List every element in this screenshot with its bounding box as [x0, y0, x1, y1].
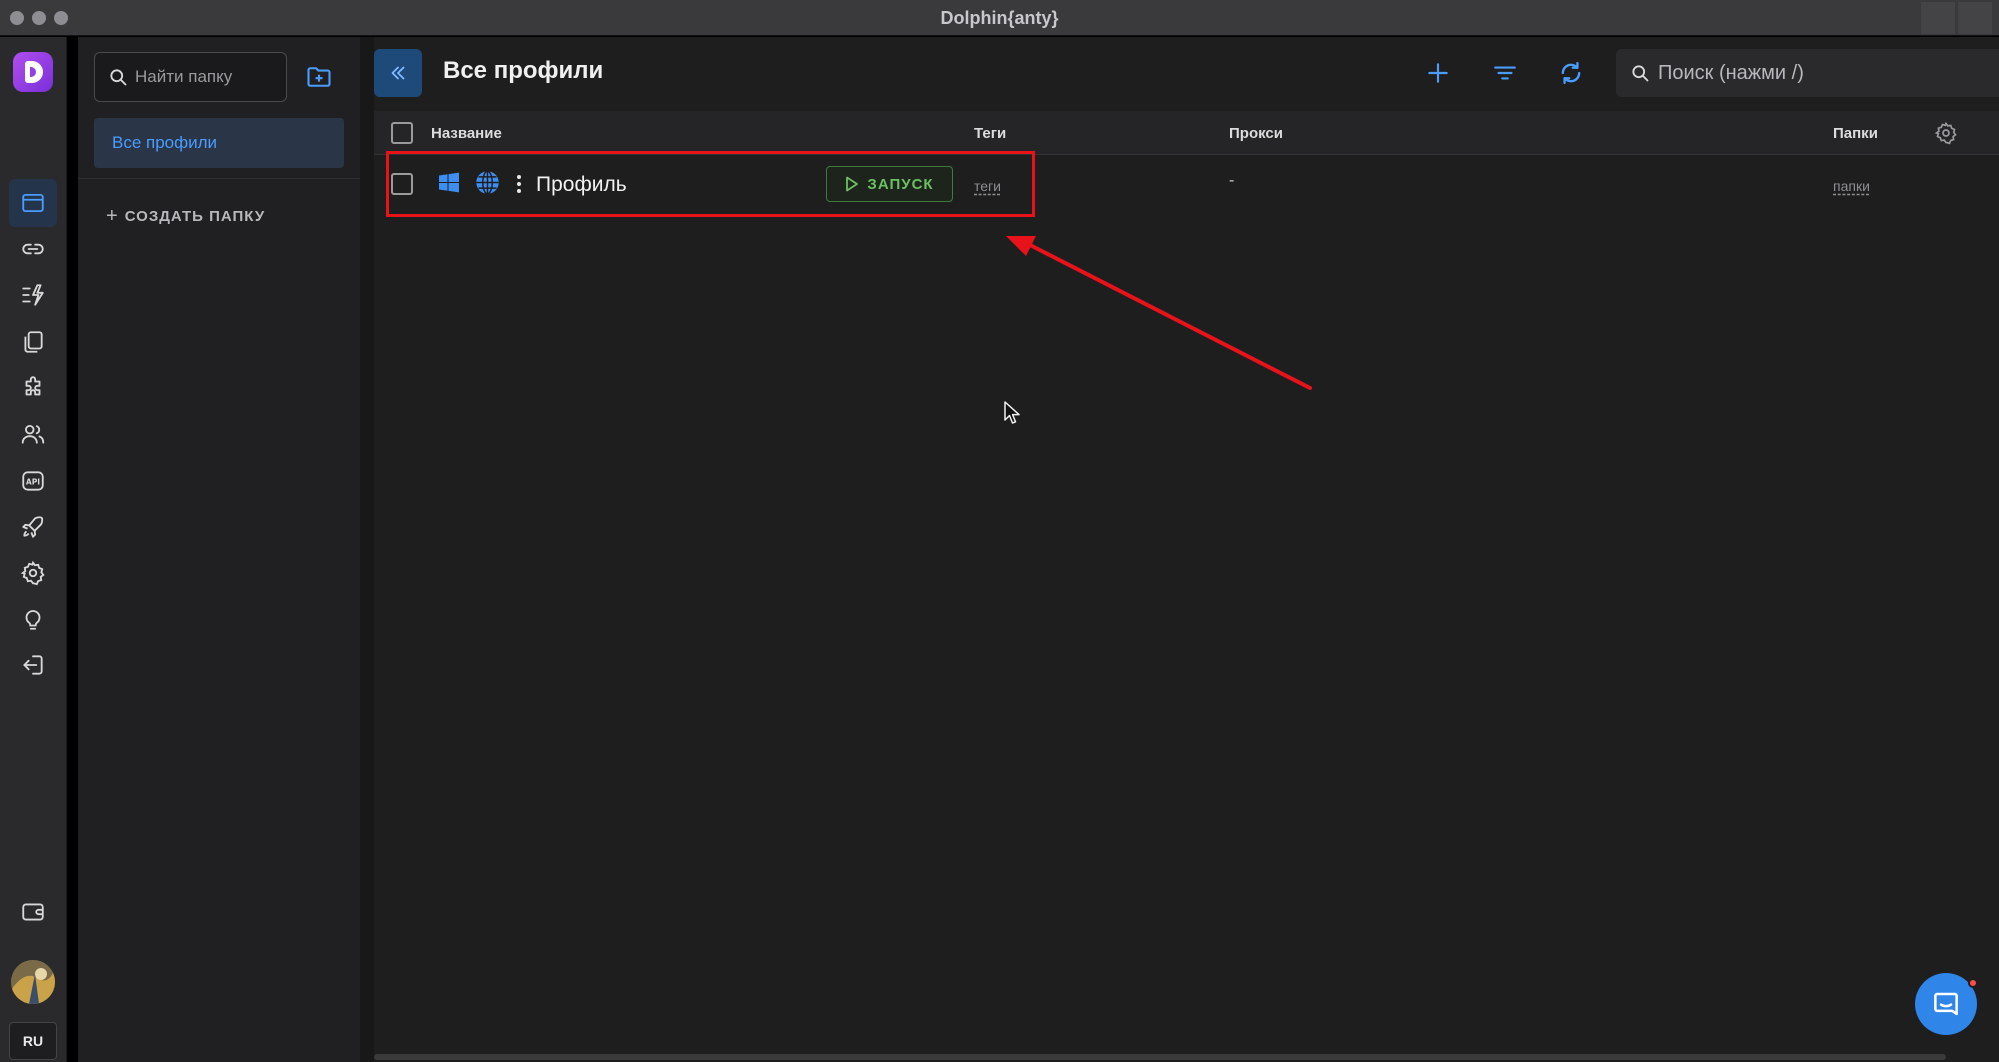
browser-profiles-icon — [22, 193, 44, 213]
create-folder-label: СОЗДАТЬ ПАПКУ — [124, 208, 266, 225]
folder-panel: Все профили + СОЗДАТЬ ПАПКУ — [78, 37, 360, 1062]
rail-copy[interactable] — [9, 318, 57, 366]
link-icon — [22, 243, 44, 255]
column-header-name[interactable]: Название — [431, 125, 502, 142]
lightbulb-icon — [25, 610, 41, 630]
rocket-icon — [22, 516, 44, 538]
create-folder-button[interactable]: + СОЗДАТЬ ПАПКУ — [106, 205, 265, 228]
mouse-cursor-icon — [1004, 401, 1020, 424]
filter-button[interactable] — [1483, 51, 1527, 95]
folder-search-input[interactable] — [135, 53, 283, 101]
windows-icon — [439, 172, 459, 193]
profile-name[interactable]: Профиль — [536, 173, 627, 197]
avatar-image — [11, 960, 55, 1004]
profile-search — [1616, 49, 1999, 97]
page-title: Все профили — [443, 57, 604, 84]
titlebar-control[interactable] — [1958, 2, 1992, 34]
folder-search — [94, 52, 287, 102]
window-titlebar: Dolphin{anty} — [0, 0, 1999, 36]
rail-tips[interactable] — [9, 595, 57, 643]
chat-icon — [1934, 992, 1958, 1016]
row-checkbox[interactable] — [391, 173, 413, 195]
rail-wallet[interactable] — [9, 888, 57, 936]
row-tags-link[interactable]: теги — [974, 178, 1001, 194]
plus-icon — [1428, 63, 1448, 83]
folder-plus-icon — [307, 67, 331, 87]
rail-browser-profiles[interactable] — [9, 179, 57, 227]
wallet-icon — [22, 903, 44, 921]
window-title: Dolphin{anty} — [940, 8, 1059, 28]
svg-text:API: API — [26, 477, 40, 486]
rail-api[interactable]: API — [9, 457, 57, 505]
settings-icon — [20, 560, 45, 586]
horizontal-scrollbar[interactable] — [374, 1054, 1946, 1060]
divider — [78, 178, 360, 179]
logout-icon — [23, 655, 43, 675]
launch-button[interactable]: ЗАПУСК — [826, 166, 953, 202]
rail-rocket[interactable] — [9, 503, 57, 551]
search-icon — [1632, 65, 1649, 82]
profile-search-input[interactable] — [1658, 49, 1988, 97]
filter-icon — [1494, 66, 1516, 80]
table-header: Название Теги Прокси Папки — [374, 111, 1999, 155]
rail-users[interactable] — [9, 410, 57, 458]
panel-divider — [360, 37, 374, 1062]
column-settings-icon[interactable] — [1934, 121, 1958, 145]
column-header-proxy[interactable]: Прокси — [1229, 125, 1283, 142]
launch-label: ЗАПУСК — [867, 175, 934, 193]
add-profile-button[interactable] — [1416, 51, 1460, 95]
globe-icon — [476, 170, 499, 195]
add-folder-button[interactable] — [300, 59, 338, 95]
titlebar-control[interactable] — [1921, 2, 1955, 34]
plus-icon: + — [106, 205, 119, 227]
users-icon — [21, 424, 45, 444]
main-content: Все профили Название Теги Прокси Папки П… — [374, 37, 1999, 1062]
rail-automation[interactable] — [9, 271, 57, 319]
left-rail: API RU — [0, 37, 67, 1062]
play-icon — [846, 176, 859, 192]
rail-settings[interactable] — [9, 549, 57, 597]
column-header-tags[interactable]: Теги — [974, 125, 1006, 142]
extension-icon — [25, 376, 41, 396]
row-proxy-value: - — [1229, 172, 1235, 189]
row-menu-button[interactable] — [514, 172, 524, 196]
refresh-icon — [1561, 61, 1581, 85]
rail-extensions[interactable] — [9, 364, 57, 412]
automation-icon — [22, 284, 44, 306]
select-all-checkbox[interactable] — [391, 122, 413, 144]
search-icon — [110, 69, 127, 86]
row-folders-link[interactable]: папки — [1833, 178, 1870, 194]
chevrons-left-icon — [391, 66, 405, 80]
avatar[interactable] — [11, 960, 55, 1004]
collapse-panel-button[interactable] — [374, 49, 422, 97]
folder-item-all-profiles[interactable]: Все профили — [94, 118, 344, 168]
rail-logout[interactable] — [9, 641, 57, 689]
copy-icon — [24, 331, 43, 353]
column-header-folders[interactable]: Папки — [1833, 125, 1878, 142]
rail-proxies[interactable] — [9, 225, 57, 273]
table-row[interactable]: Профиль ЗАПУСК теги - папки — [374, 156, 1999, 218]
dolphin-logo — [13, 52, 53, 92]
refresh-button[interactable] — [1549, 51, 1593, 95]
api-icon: API — [22, 471, 44, 491]
notification-badge — [1968, 978, 1978, 988]
language-switch[interactable]: RU — [9, 1022, 57, 1060]
